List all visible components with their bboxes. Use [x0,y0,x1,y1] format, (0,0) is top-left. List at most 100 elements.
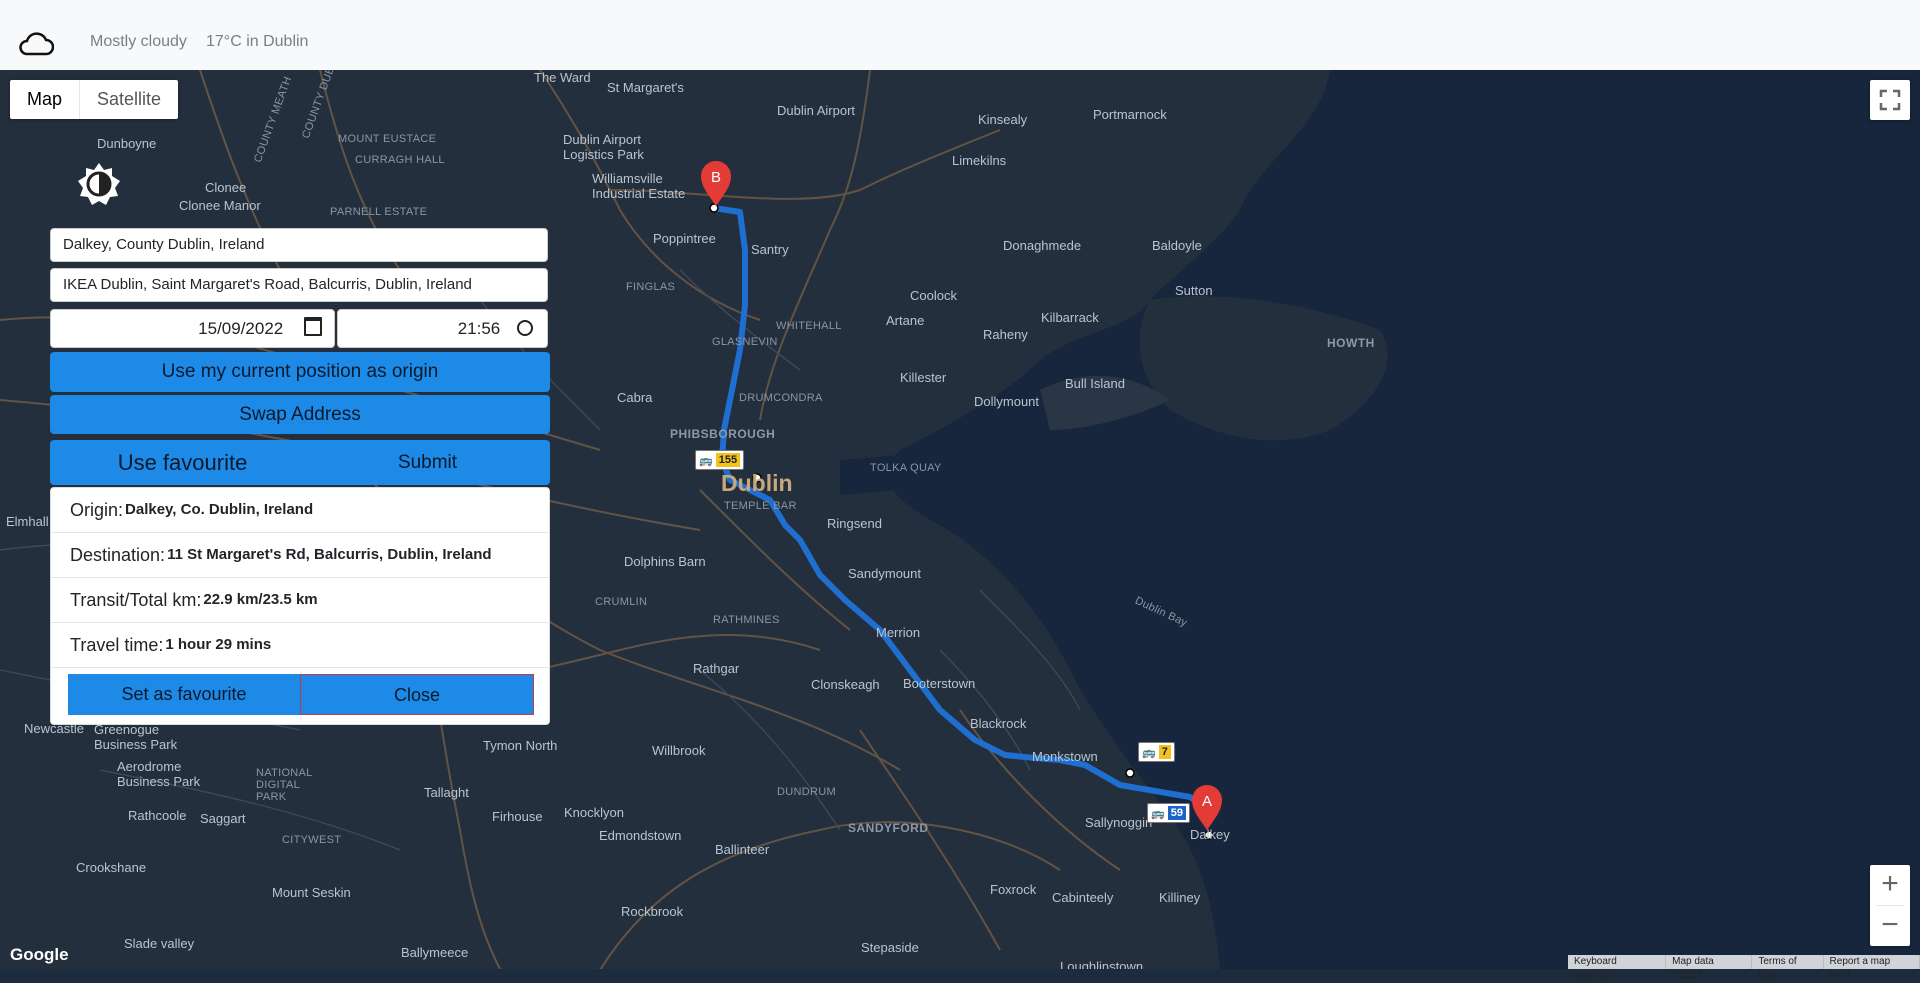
weather-description: Mostly cloudy [90,33,187,50]
map-label: WHITEHALL [776,320,842,332]
map-label: Tallaght [424,785,469,800]
map-type-satellite-button[interactable]: Satellite [79,80,178,119]
map-label: FINGLAS [626,281,676,293]
zoom-in-button[interactable]: + [1870,865,1910,905]
map-label: Slade valley [124,936,195,951]
map-label: Donaghmede [1003,238,1082,253]
map-label: Clonee Manor [179,198,261,213]
map-label: CRUMLIN [595,596,648,608]
map-label: DUNDRUM [777,786,836,798]
google-logo[interactable]: Google [10,945,69,965]
clock-icon[interactable] [517,320,533,336]
map-label: HOWTH [1327,336,1375,350]
map-label: Dublin Airport Logistics Park [563,132,644,162]
map-label: Dolphins Barn [624,554,706,569]
bus-icon: 🚌 [699,454,713,467]
map-label: Killiney [1159,890,1201,905]
map-label: Clonskeagh [811,677,880,692]
theme-toggle-icon[interactable] [75,160,123,208]
map-label: Monkstown [1032,749,1098,764]
map-label: Dublin Airport [777,103,856,118]
map-label: Portmarnock [1093,107,1167,122]
bus-route-badge[interactable]: 🚌 7 [1138,742,1175,762]
map-label: Bull Island [1065,376,1125,391]
bus-route-badge[interactable]: 🚌 155 [695,450,745,470]
keyboard-shortcuts-link[interactable]: Keyboard shortcuts [1568,955,1667,981]
city-label: Dublin [721,470,793,496]
map-label: MOUNT EUSTACE [338,133,437,145]
map-label: NATIONAL DIGITAL PARK [256,767,313,803]
map-label: Firhouse [492,809,543,824]
map-label: Ballymeece [401,945,469,960]
map-label: PHIBSBOROUGH [670,427,776,441]
report-map-error-link[interactable]: Report a map error [1824,955,1920,981]
map-label: Dollymount [974,394,1040,409]
info-actions: Set as favourite Close [68,674,534,715]
distance-label: Transit/Total km: [70,590,202,610]
map-label: SANDYFORD [848,821,929,835]
bus-route-badge[interactable]: 🚌 59 [1147,803,1190,823]
map-label: Baldoyle [1152,238,1202,253]
calendar-icon[interactable] [304,317,322,336]
map-footer: Keyboard shortcuts Map data ©2022 Terms … [1568,955,1920,981]
map-label: GLASNEVIN [712,336,778,348]
map-label: Cabra [617,390,653,405]
distance-row: Transit/Total km: 22.9 km/23.5 km [51,578,549,623]
swap-address-button[interactable]: Swap Address [50,395,550,434]
map-label: Booterstown [903,676,976,691]
destination-value: 11 St Margaret's Rd, Balcurris, Dublin, … [167,546,492,563]
route-info-card: Origin: Dalkey, Co. Dublin, Ireland Dest… [50,487,550,725]
map-label: Blackrock [970,716,1027,731]
map-type-map-button[interactable]: Map [10,80,79,119]
map-label: Merrion [876,625,921,640]
map-label: Sallynoggin [1085,815,1153,830]
zoom-out-button[interactable]: − [1870,906,1910,946]
map-label: Ballinteer [715,842,770,857]
map-label: Foxrock [990,882,1037,897]
travel-time-value: 1 hour 29 mins [165,636,272,653]
origin-value: Dalkey, Co. Dublin, Ireland [125,501,314,518]
weather-bar: Mostly cloudy 17°C in Dublin [0,0,1920,71]
svg-text:A: A [1202,793,1212,810]
map-label: Willbrook [652,743,706,758]
map-label: Santry [751,242,789,257]
map-label: Clonee [205,180,247,195]
set-favourite-button[interactable]: Set as favourite [68,674,300,715]
destination-row: Destination: 11 St Margaret's Rd, Balcur… [51,533,549,578]
use-current-position-button[interactable]: Use my current position as origin [50,352,550,392]
map-label: Rockbrook [621,904,684,919]
map-label: RATHMINES [713,614,780,626]
terms-of-use-link[interactable]: Terms of Use [1752,955,1824,981]
map-label: Edmondstown [599,828,682,843]
distance-value: 22.9 km/23.5 km [203,591,318,608]
destination-label: Destination: [70,545,166,565]
use-favourite-button[interactable]: Use favourite [50,440,305,485]
map-label: Greenogue Business Park [94,722,178,752]
origin-input[interactable]: Dalkey, County Dublin, Ireland [50,228,548,262]
fullscreen-icon [1879,89,1901,111]
map-label: Raheny [983,327,1028,342]
map-label: TOLKA QUAY [870,462,942,474]
map-label: Elmhall [6,514,49,529]
map-label: Kinsealy [978,112,1028,127]
time-input[interactable]: 21:56 [337,309,548,348]
map-label: Dunboyne [97,136,157,151]
map-label: CURRAGH HALL [355,154,445,166]
map-label: Williamsville Industrial Estate [592,171,686,201]
origin-row: Origin: Dalkey, Co. Dublin, Ireland [51,488,549,533]
fullscreen-button[interactable] [1870,80,1910,120]
map-label: Rathcoole [128,808,187,823]
date-input[interactable]: 15/09/2022 [50,309,335,348]
map-label: Dalkey [1190,827,1230,842]
map-label: DRUMCONDRA [739,392,823,404]
weather-temperature: 17°C in Dublin [206,33,309,50]
map-label: Limekilns [952,153,1007,168]
map-label: The Ward [534,70,591,85]
submit-button[interactable]: Submit [305,440,550,485]
close-button[interactable]: Close [300,674,534,715]
zoom-control: + − [1870,865,1910,946]
bus-icon: 🚌 [1142,746,1156,759]
map-label: Loughlinstown [1060,959,1144,969]
destination-input[interactable]: IKEA Dublin, Saint Margaret's Road, Balc… [50,268,548,302]
svg-text:B: B [711,169,721,186]
